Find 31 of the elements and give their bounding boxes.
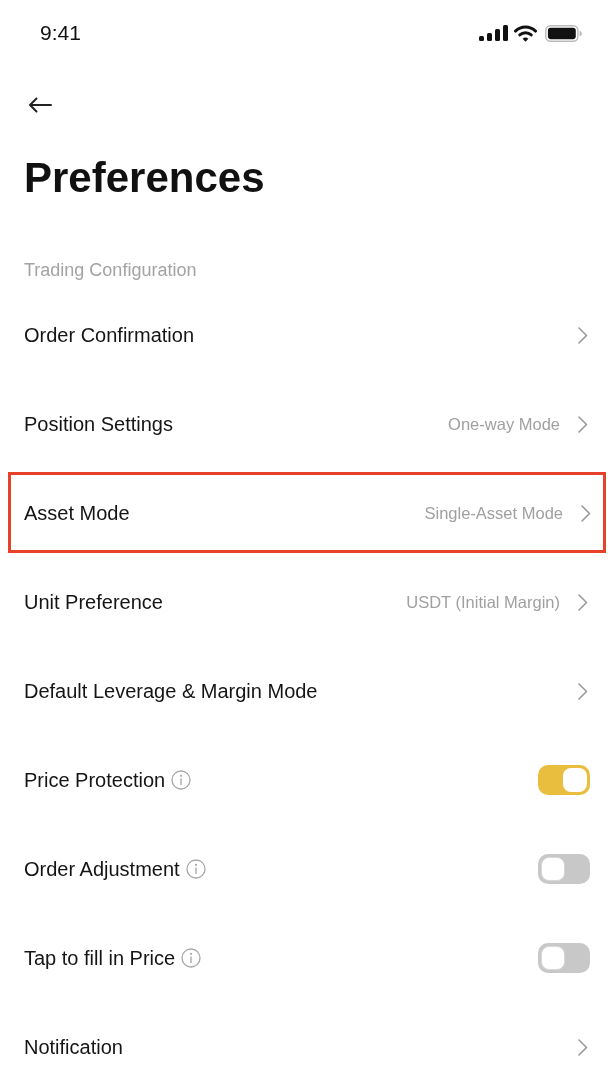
status-time: 9:41: [40, 21, 81, 45]
signal-icon: [479, 25, 508, 41]
toggle-switch[interactable]: [538, 854, 590, 884]
setting-value: USDT (Initial Margin): [406, 592, 560, 612]
setting-label[interactable]: Position Settings: [24, 412, 173, 436]
section-heading: Trading Configuration: [24, 259, 197, 281]
toggle-switch[interactable]: [538, 943, 590, 973]
info-icon[interactable]: [181, 948, 202, 968]
toggle-switch[interactable]: [538, 765, 590, 795]
back-arrow-icon: [28, 97, 52, 113]
setting-value: One-way Mode: [448, 414, 560, 434]
chevron-right-icon[interactable]: [578, 326, 588, 344]
setting-label[interactable]: Tap to fill in Price: [24, 946, 176, 970]
setting-label[interactable]: Unit Preference: [24, 590, 163, 614]
setting-value: Single-Asset Mode: [424, 503, 563, 523]
setting-label[interactable]: Notification: [24, 1035, 123, 1059]
wifi-icon: [514, 24, 537, 42]
chevron-right-icon[interactable]: [578, 682, 588, 700]
setting-label[interactable]: Asset Mode: [24, 501, 130, 525]
setting-label[interactable]: Order Confirmation: [24, 323, 195, 347]
chevron-right-icon[interactable]: [581, 504, 591, 522]
chevron-right-icon[interactable]: [578, 415, 588, 433]
info-icon[interactable]: [185, 859, 206, 879]
setting-label[interactable]: Price Protection: [24, 768, 166, 792]
setting-label[interactable]: Default Leverage & Margin Mode: [24, 679, 318, 703]
page-title: Preferences: [24, 154, 265, 202]
info-icon[interactable]: [171, 770, 192, 790]
chevron-right-icon[interactable]: [578, 593, 588, 611]
chevron-right-icon[interactable]: [578, 1038, 588, 1056]
battery-icon: [545, 24, 582, 42]
setting-label[interactable]: Order Adjustment: [24, 857, 180, 881]
